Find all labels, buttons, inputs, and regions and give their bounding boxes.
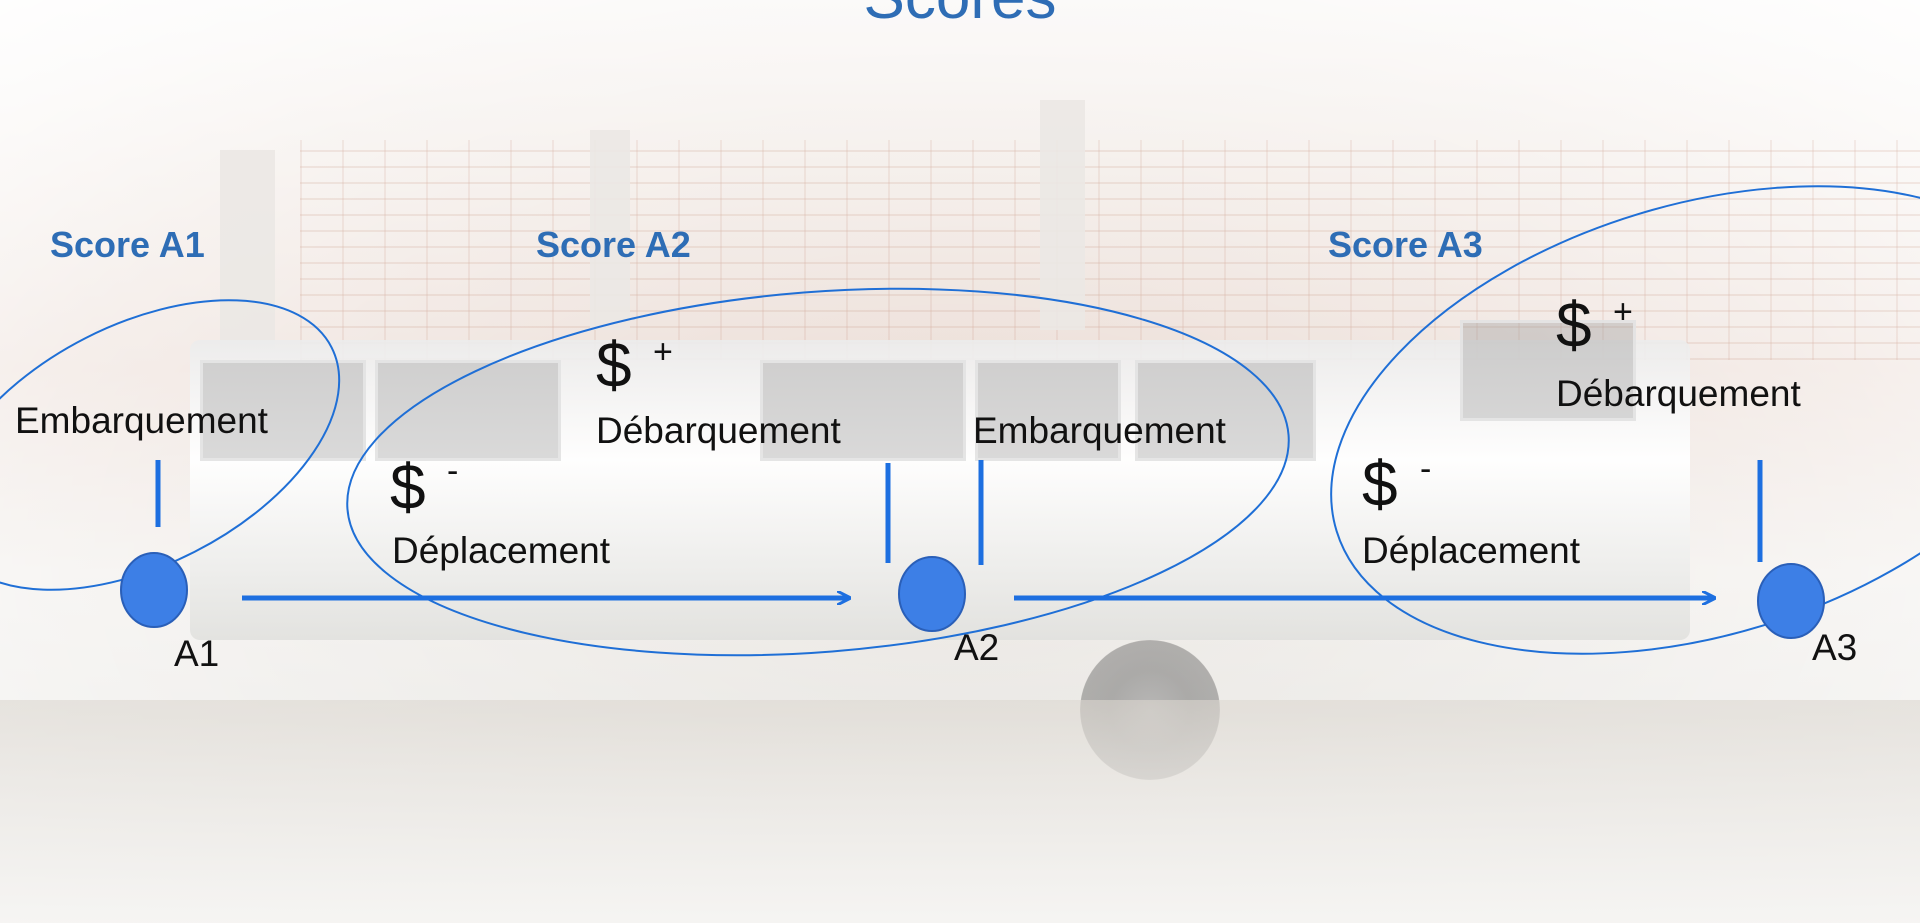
diagram-overlay bbox=[0, 185, 1920, 657]
dollar-icon-minus-1: $ bbox=[390, 451, 426, 523]
dollar-icon-minus-2: $ bbox=[1362, 448, 1398, 520]
dollar-icon-plus-2: $ bbox=[1556, 289, 1592, 361]
node-a1 bbox=[120, 552, 188, 628]
node-a2 bbox=[898, 556, 966, 632]
score-a1-label: Score A1 bbox=[50, 224, 205, 265]
plus-sign-1: + bbox=[653, 333, 673, 371]
debarquement-label-2: Débarquement bbox=[1556, 373, 1801, 414]
debarquement-label-1: Débarquement bbox=[596, 410, 841, 451]
score-a3-label: Score A3 bbox=[1328, 224, 1483, 265]
deplacement-label-1: Déplacement bbox=[392, 530, 611, 571]
stop-label-a3: A3 bbox=[1812, 627, 1858, 668]
score-a2-ellipse bbox=[346, 287, 1290, 657]
stop-label-a2: A2 bbox=[954, 627, 1000, 668]
plus-sign-2: + bbox=[1613, 293, 1633, 331]
score-a2-label: Score A2 bbox=[536, 224, 691, 265]
stop-label-a1: A1 bbox=[174, 633, 220, 674]
embarquement-label-2: Embarquement bbox=[973, 410, 1226, 451]
embarquement-label-1: Embarquement bbox=[15, 400, 268, 441]
deplacement-label-2: Déplacement bbox=[1362, 530, 1581, 571]
dollar-icon-plus-1: $ bbox=[596, 329, 632, 401]
minus-sign-1: - bbox=[447, 452, 459, 490]
score-a1-ellipse bbox=[0, 299, 341, 591]
minus-sign-2: - bbox=[1420, 450, 1432, 488]
